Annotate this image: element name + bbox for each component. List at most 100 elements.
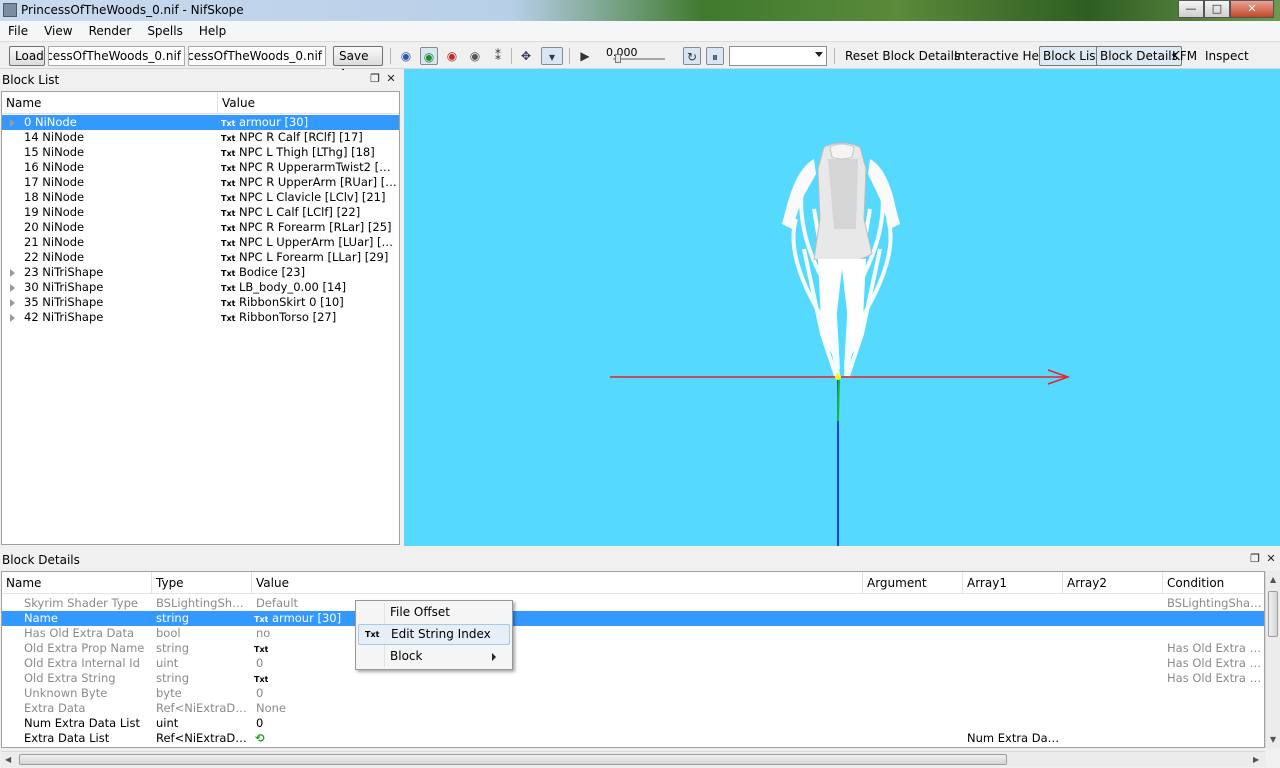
row-value: NPC L Forearm [LLar] [29]	[239, 250, 389, 264]
loop-icon[interactable]: ↻	[683, 47, 701, 65]
save-file-field[interactable]: PrincessOfTheWoods_0.nif	[188, 46, 326, 66]
expand-arrow-icon[interactable]	[10, 119, 15, 127]
column-value[interactable]: Value	[252, 572, 863, 594]
row-name: 35 NiTriShape	[24, 295, 104, 309]
kfm-button[interactable]: KFM	[1169, 46, 1200, 66]
txt-icon: Txt	[221, 149, 236, 158]
context-menu-item[interactable]: Txt Edit String Index	[358, 624, 510, 645]
expand-arrow-icon[interactable]	[10, 269, 15, 277]
detail-row[interactable]: Has Old Extra Data bool no	[2, 626, 1264, 641]
link-icon[interactable]: ⟲	[255, 731, 265, 746]
save-as-button[interactable]: Save As	[333, 46, 383, 81]
menu-file[interactable]: File	[0, 21, 36, 41]
row-name: 19 NiNode	[24, 205, 85, 219]
eye-red-icon[interactable]: ◉	[443, 47, 461, 65]
play-icon[interactable]: ▶	[576, 47, 594, 65]
view-dropdown-icon[interactable]: ▾	[541, 47, 563, 65]
context-menu-item[interactable]: Block	[358, 646, 510, 667]
detail-row[interactable]: Unknown Byte byte 0	[2, 686, 1264, 701]
tree-row[interactable]: 16 NiNode Txt NPC R UpperarmTwist2 [RU...	[2, 160, 399, 175]
eye-green-icon[interactable]: ◉	[420, 47, 438, 65]
eye-gray-icon[interactable]: ◉	[466, 47, 484, 65]
menu-spells[interactable]: Spells	[139, 21, 191, 41]
animation-select[interactable]	[729, 46, 827, 66]
expand-arrow-icon[interactable]	[10, 314, 15, 322]
switch-icon[interactable]: ⏸	[706, 47, 724, 65]
scroll-left-icon[interactable]: ◀	[5, 755, 11, 764]
detail-row[interactable]: Num Extra Data List uint 0	[2, 716, 1264, 731]
float-icon[interactable]: ❐	[1248, 552, 1262, 566]
tree-row[interactable]: 18 NiNode Txt NPC L Clavicle [LClv] [21]	[2, 190, 399, 205]
block-details-table[interactable]: Name Type Value Argument Array1 Array2 C…	[1, 571, 1265, 748]
detail-row[interactable]: Extra Data List Ref<NiExtraData> ⟲ Num Extr…	[2, 731, 1264, 746]
column-condition[interactable]: Condition	[1163, 572, 1264, 594]
tree-row[interactable]: 22 NiNode Txt NPC L Forearm [LLar] [29]	[2, 250, 399, 265]
details-vertical-scrollbar[interactable]: ▲ ▼	[1265, 571, 1280, 748]
txt-icon: Txt	[221, 284, 236, 293]
close-button[interactable]: ✕	[1230, 0, 1274, 18]
time-slider[interactable]	[615, 54, 621, 63]
context-menu-item[interactable]: File Offset	[358, 602, 510, 623]
render-viewport[interactable]	[404, 69, 1280, 546]
column-name[interactable]: Name	[2, 92, 218, 114]
footprint-icon[interactable]: ⁑	[489, 47, 507, 65]
column-value[interactable]: Value	[218, 92, 399, 114]
detail-value[interactable]: 0	[256, 686, 456, 701]
column-type[interactable]: Type	[152, 572, 252, 594]
detail-row[interactable]: Name string Txt armour [30]	[2, 611, 1264, 626]
tree-row[interactable]: 42 NiTriShape Txt RibbonTorso [27]	[2, 310, 399, 325]
eye-icon[interactable]: ◉	[397, 47, 415, 65]
load-button[interactable]: Load	[9, 46, 45, 66]
block-list-tree[interactable]: Name Value 0 NiNode Txt armour [30] 14 NiNo…	[1, 91, 400, 545]
detail-name: Old Extra String	[24, 671, 116, 685]
menu-help[interactable]: Help	[191, 21, 234, 41]
tree-row[interactable]: 0 NiNode Txt armour [30]	[2, 115, 399, 130]
transform-icon[interactable]: ✥	[517, 47, 535, 65]
inspect-button[interactable]: Inspect	[1202, 46, 1252, 66]
column-argument[interactable]: Argument	[863, 572, 963, 594]
close-icon[interactable]: ✕	[384, 72, 398, 86]
interactive-help-button[interactable]: Interactive Help	[951, 46, 1053, 66]
tree-row[interactable]: 21 NiNode Txt NPC L UpperArm [LUar] [28]	[2, 235, 399, 250]
tree-row[interactable]: 19 NiNode Txt NPC L Calf [LClf] [22]	[2, 205, 399, 220]
tree-row[interactable]: 30 NiTriShape Txt LB_body_0.00 [14]	[2, 280, 399, 295]
tree-row[interactable]: 20 NiNode Txt NPC R Forearm [RLar] [25]	[2, 220, 399, 235]
detail-value[interactable]: None	[256, 701, 456, 716]
column-array2[interactable]: Array2	[1063, 572, 1163, 594]
column-name[interactable]: Name	[2, 572, 152, 594]
detail-row[interactable]: Old Extra Internal Id uint 0 Has Old Extra …	[2, 656, 1264, 671]
detail-value[interactable]: 0	[256, 716, 456, 731]
minimize-button[interactable]: —	[1178, 0, 1204, 18]
menu-view[interactable]: View	[36, 21, 80, 41]
row-name: 42 NiTriShape	[24, 310, 104, 324]
detail-row[interactable]: Old Extra Prop Name string Txt Has Old Extr…	[2, 641, 1264, 656]
detail-row[interactable]: Old Extra String string Txt Has Old Extra D…	[2, 671, 1264, 686]
menu-render[interactable]: Render	[81, 21, 140, 41]
float-icon[interactable]: ❐	[368, 72, 382, 86]
column-array1[interactable]: Array1	[963, 572, 1063, 594]
txt-icon: Txt	[221, 299, 236, 308]
scroll-thumb[interactable]	[19, 754, 1007, 765]
tree-row[interactable]: 15 NiNode Txt NPC L Thigh [LThg] [18]	[2, 145, 399, 160]
block-list-toggle[interactable]: Block List	[1039, 46, 1105, 66]
app-icon	[3, 3, 17, 17]
scroll-down-icon[interactable]: ▼	[1270, 735, 1276, 744]
tree-row[interactable]: 17 NiNode Txt NPC R UpperArm [RUar] [20]	[2, 175, 399, 190]
scroll-up-icon[interactable]: ▲	[1270, 575, 1276, 584]
expand-arrow-icon[interactable]	[10, 284, 15, 292]
tree-row[interactable]: 35 NiTriShape Txt RibbonSkirt 0 [10]	[2, 295, 399, 310]
detail-value[interactable]: None	[256, 746, 456, 747]
detail-row[interactable]: Extra Data Ref<NiExtraData> None	[2, 701, 1264, 716]
detail-row[interactable]: Skyrim Shader Type BSLightingShad... Defau…	[2, 596, 1264, 611]
tree-row[interactable]: 14 NiNode Txt NPC R Calf [RClf] [17]	[2, 130, 399, 145]
reset-block-details-button[interactable]: Reset Block Details	[842, 46, 963, 66]
close-icon[interactable]: ✕	[1264, 552, 1278, 566]
tree-row[interactable]: 23 NiTriShape Txt Bodice [23]	[2, 265, 399, 280]
scroll-right-icon[interactable]: ▶	[1253, 755, 1259, 764]
detail-row[interactable]: Controller Ref<NiTimeController> None	[2, 746, 1264, 747]
maximize-button[interactable]: □	[1204, 0, 1230, 18]
details-horizontal-scrollbar[interactable]: ◀ ▶	[1, 751, 1265, 767]
load-file-field[interactable]: PrincessOfTheWoods_0.nif	[48, 46, 185, 66]
scroll-thumb[interactable]	[1268, 591, 1278, 637]
expand-arrow-icon[interactable]	[10, 299, 15, 307]
